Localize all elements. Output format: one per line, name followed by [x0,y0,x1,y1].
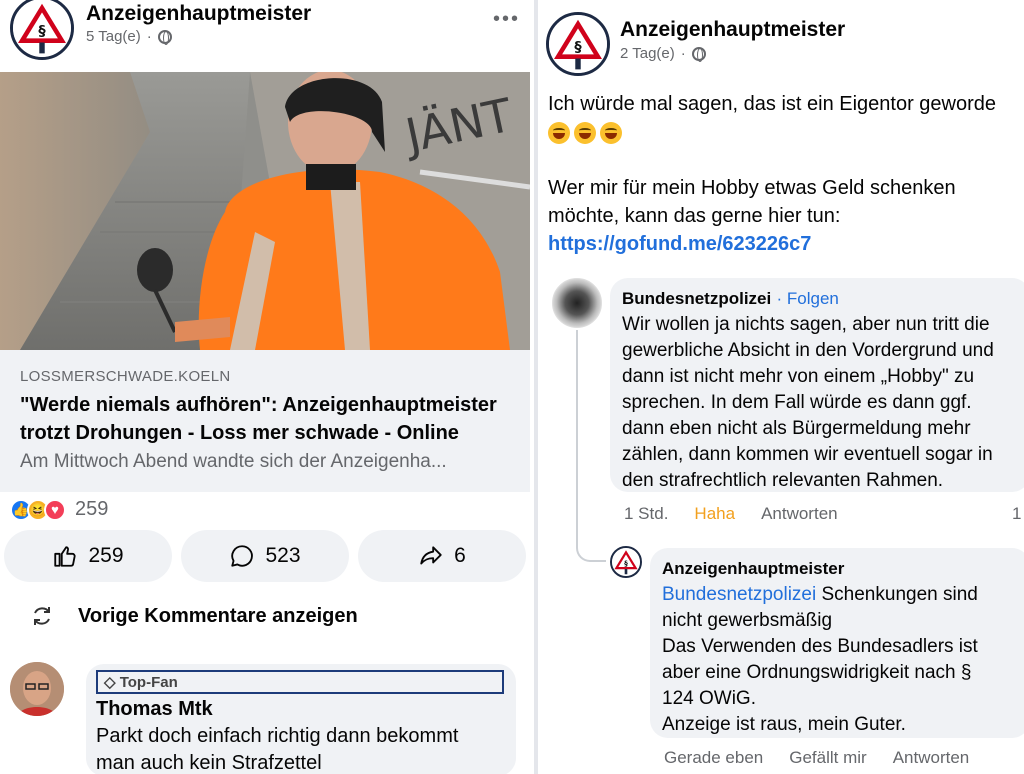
post-time[interactable]: 2 Tag(e) [620,45,675,62]
comment-bubble: Bundesnetzpolizei · Folgen Wir wollen ja… [610,278,1024,492]
link-description: Am Mittwoch Abend wandte sich der Anzeig… [20,451,447,472]
love-reaction-icon: ♥ [44,498,66,521]
commenter-avatar[interactable] [10,662,64,716]
svg-text:§: § [624,560,628,568]
post-meta: 2 Tag(e) · [620,45,706,62]
post-meta: 5 Tag(e) · [86,28,172,45]
svg-text:§: § [38,23,46,39]
post-author[interactable]: Anzeigenhauptmeister [86,2,311,26]
comment-text-line: den strafrechtlich relevanten Rahmen. [622,470,944,491]
comment-text-line: gewerbliche Absicht in den Vordergrund u… [622,340,994,361]
right-post: § Anzeigenhauptmeister 2 Tag(e) · Ich wü… [538,0,1024,774]
comment-button[interactable]: 523 [181,530,349,582]
laughing-emoji-row [548,118,626,146]
reply-time[interactable]: Gerade eben [664,748,763,768]
reply-button[interactable]: Antworten [893,748,970,768]
link-title-line: trotzt Drohungen - Loss mer schwade - On… [20,422,459,444]
more-options-icon[interactable]: ••• [493,8,520,31]
thread-connector [576,330,606,562]
post-photo[interactable]: JÄNT [0,72,530,350]
commenter-name[interactable]: Bundesnetzpolizei [622,289,771,308]
left-post: § Anzeigenhauptmeister 5 Tag(e) · ••• JÄ… [0,0,534,774]
post-text-line: möchte, kann das gerne hier tun: [548,205,841,227]
like-comment-button[interactable]: Gefällt mir [789,748,866,768]
comment-actions: 1 Std. Haha Antworten [624,504,838,524]
comment-reaction-count: 1 [1012,504,1022,523]
post-author[interactable]: Anzeigenhauptmeister [620,18,845,42]
comment-text-line: sprechen. In dem Fall würde es dann ggf. [622,392,972,413]
share-button[interactable]: 6 [358,530,526,582]
comment-text: Parkt doch einfach richtig dann bekommt … [96,723,506,774]
post-text-line: Wer mir für mein Hobby etwas Geld schenk… [548,177,956,199]
reply-avatar-logo[interactable]: § [610,546,642,578]
thumbs-up-icon [54,546,77,567]
laughing-emoji-icon [600,121,622,144]
link-title: "Werde niemals aufhören": Anzeigenhauptm… [20,391,510,447]
globe-icon [691,46,706,62]
comment-header: Bundesnetzpolizei · Folgen [622,286,1018,312]
comment-text-line: zählen, dann kommen wir eventuell sogar … [622,444,993,465]
laughing-emoji-icon [548,121,570,144]
share-count: 6 [454,544,466,567]
mention-link[interactable]: Bundesnetzpolizei [662,584,816,605]
link-domain: LOSSMERSCHWADE.KOELN [20,368,231,385]
commenter-avatar[interactable] [552,278,602,328]
laughing-emoji-icon [574,121,596,144]
link-preview-card[interactable]: LOSSMERSCHWADE.KOELN "Werde niemals aufh… [0,350,530,492]
diamond-icon: ◇ [104,674,120,691]
comment-time[interactable]: 1 Std. [624,504,668,524]
share-icon [420,546,442,565]
reply-actions: Gerade eben Gefällt mir Antworten [664,748,969,768]
meta-separator: · [680,45,686,62]
comment-text-line: dann ist nicht mehr von einem „Hobby" zu [622,366,975,387]
reaction-summary[interactable]: 👍 😆 ♥ 259 [10,498,108,521]
link-title-line: "Werde niemals aufhören": Anzeigenhauptm… [20,394,497,416]
top-fan-label: Top-Fan [119,674,178,691]
reply-text-line: Anzeige ist raus, mein Guter. [662,714,906,735]
reaction-count: 259 [75,498,109,520]
top-fan-badge: ◇ Top-Fan [96,670,504,694]
reply-button[interactable]: Antworten [761,504,838,524]
like-button[interactable]: 259 [4,530,172,582]
comment-text-line: man auch kein Strafzettel [96,752,322,774]
haha-reaction-button[interactable]: Haha [694,504,735,524]
reply-text-line: nicht gewerbsmäßig [662,610,833,631]
meta-separator: · [146,28,152,45]
reply-text-line: Bundesnetzpolizei Schenkungen sind [662,582,1018,608]
comment-icon [231,545,254,567]
like-count: 259 [88,544,124,567]
commenter-name[interactable]: Thomas Mtk [96,698,506,721]
comment-count: 523 [265,544,301,567]
gofundme-link[interactable]: https://gofund.me/623226c7 [548,230,811,258]
globe-icon [157,29,172,45]
reply-text-line: Das Verwenden des Bundesadlers ist [662,636,978,657]
comment-text-line: Wir wollen ja nichts sagen, aber nun tri… [622,314,990,335]
reply-text-fragment: Schenkungen sind [816,584,978,605]
previous-comments-link[interactable]: Vorige Kommentare anzeigen [30,604,358,628]
svg-text:§: § [574,39,582,55]
previous-comments-label: Vorige Kommentare anzeigen [78,604,358,627]
post-text-line: Ich würde mal sagen, das ist ein Eigento… [548,93,997,115]
comment-text-line: Parkt doch einfach richtig dann bekommt [96,725,459,747]
reply-bubble: Anzeigenhauptmeister Bundesnetzpolizei S… [650,548,1024,738]
reply-text-line: aber eine Ordnungswidrigkeit nach § [662,662,972,683]
page-avatar-logo[interactable]: § [546,12,610,76]
reply-author[interactable]: Anzeigenhauptmeister [662,556,1018,582]
post-time[interactable]: 5 Tag(e) [86,28,141,45]
reply-text-line: 124 OWiG. [662,688,756,709]
comment-text-line: dann eben nicht als Bürgermeldung mehr [622,418,971,439]
page-avatar-logo[interactable]: § [10,0,74,60]
comment-bubble: ◇ Top-Fan Thomas Mtk Parkt doch einfach … [86,664,516,774]
refresh-icon [34,607,50,625]
follow-link[interactable]: · Folgen [777,289,839,308]
